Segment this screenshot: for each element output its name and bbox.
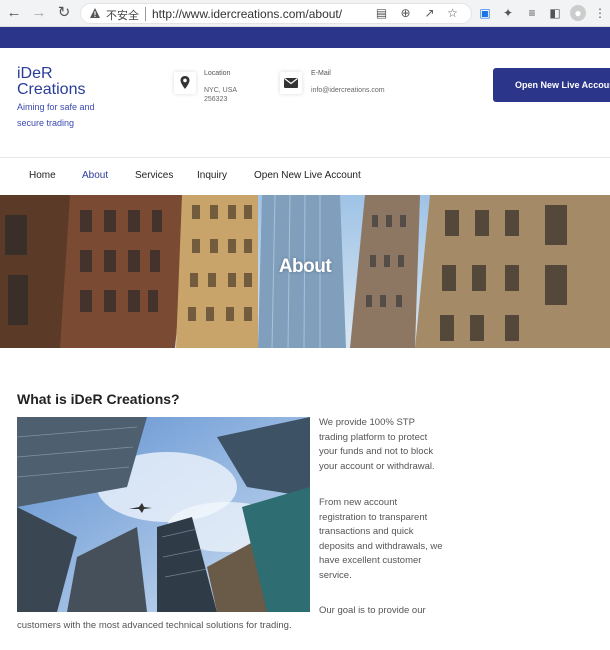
nav-item-services[interactable]: Services — [135, 170, 173, 181]
bookmark-star-icon[interactable]: ☆ — [445, 6, 460, 21]
extension-s-icon[interactable]: ▣ — [477, 5, 493, 21]
envelope-icon — [280, 72, 302, 94]
location-line-2: 256323 — [204, 96, 228, 103]
side-panel-icon[interactable]: ◧ — [547, 5, 563, 21]
share-icon[interactable]: ↗ — [422, 6, 437, 21]
insecure-label: 不安全 — [106, 10, 139, 22]
extensions-puzzle-icon[interactable]: ✦ — [500, 5, 516, 21]
address-bar[interactable]: 不安全 http://www.idercreations.com/about/ … — [80, 3, 472, 24]
browser-toolbar: ← → ↻ 不安全 http://www.idercreations.com/a… — [0, 0, 610, 27]
paragraph-goal-end: customers with the most advanced technic… — [17, 620, 292, 631]
site-logo[interactable]: iDeR Creations — [17, 66, 85, 98]
top-brand-bar — [0, 27, 610, 48]
divider — [145, 7, 146, 21]
forward-icon[interactable]: → — [30, 4, 48, 22]
menu-kebab-icon[interactable]: ⋮ — [592, 5, 608, 21]
reload-icon[interactable]: ↻ — [55, 4, 73, 22]
warning-icon[interactable] — [89, 7, 101, 19]
nav-item-inquiry[interactable]: Inquiry — [197, 170, 227, 181]
paragraph-service: From new account registration to transpa… — [319, 497, 443, 581]
nav-item-home[interactable]: Home — [29, 170, 56, 181]
email-value[interactable]: info@idercreations.com — [311, 86, 385, 95]
location-line-1: NYC, USA — [204, 87, 238, 94]
nav-item-about[interactable]: About — [82, 170, 108, 181]
nav-item-open-account[interactable]: Open New Live Account — [254, 170, 361, 181]
paragraph-goal-start: Our goal is to provide our — [319, 605, 426, 616]
nav-divider-top — [0, 157, 610, 158]
open-live-account-button[interactable]: Open New Live Account — [493, 68, 610, 102]
profile-avatar-icon[interactable]: ● — [570, 5, 586, 21]
reading-list-icon[interactable]: ≡ — [524, 5, 540, 21]
back-icon[interactable]: ← — [5, 4, 23, 22]
logo-line-1: iDeR — [17, 65, 53, 82]
hero-title: About — [278, 256, 332, 277]
section-heading: What is iDeR Creations? — [17, 391, 180, 407]
email-label: E-Mail — [311, 70, 331, 77]
skyscrapers-photo — [17, 417, 310, 612]
url-text[interactable]: http://www.idercreations.com/about/ — [152, 7, 342, 21]
translate-icon[interactable]: ▤ — [374, 6, 389, 21]
paragraph-stp: We provide 100% STP trading platform to … — [319, 417, 435, 472]
logo-line-2: Creations — [17, 81, 86, 98]
location-label: Location — [204, 70, 231, 77]
zoom-icon[interactable]: ⊕ — [398, 6, 413, 21]
site-tagline: Aiming for safe and secure trading — [17, 102, 95, 128]
location-pin-icon — [174, 72, 196, 94]
